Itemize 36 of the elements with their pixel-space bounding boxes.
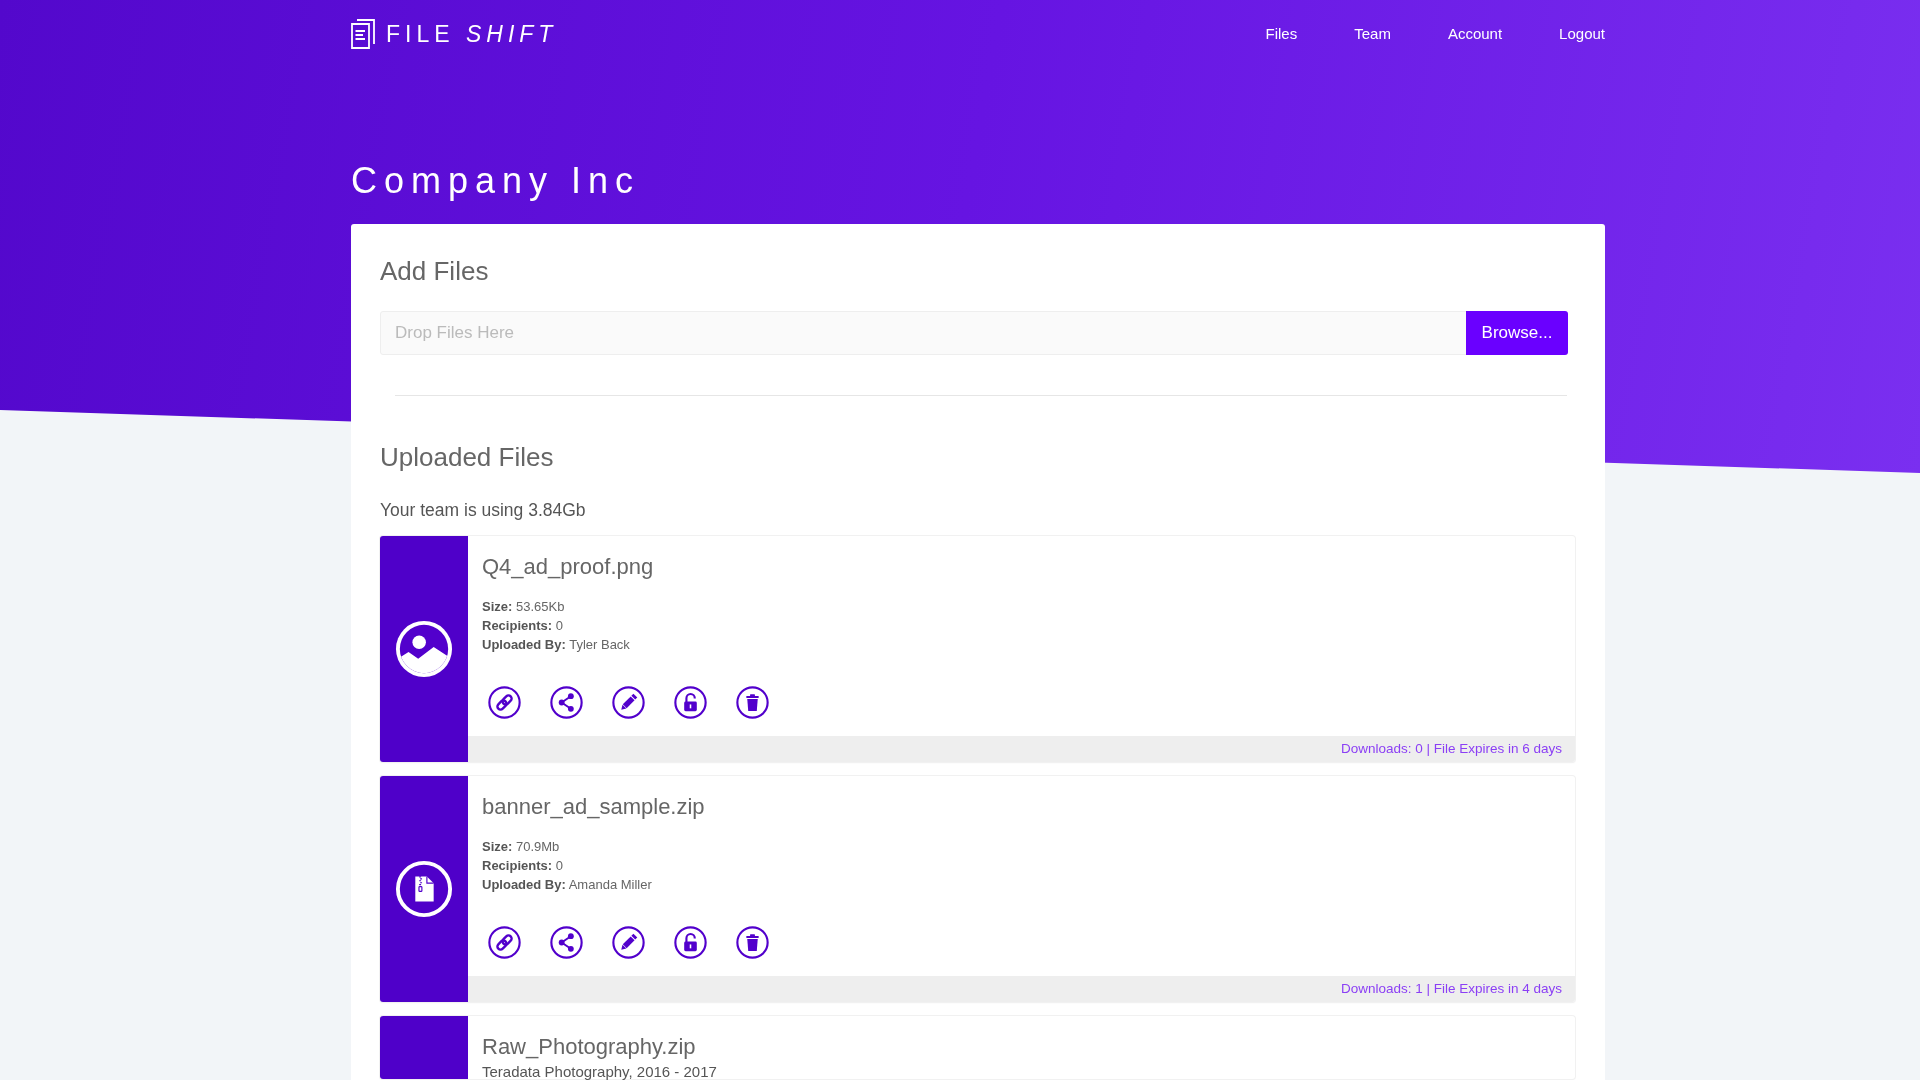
file-detail: Uploaded By: Amanda Miller	[482, 875, 653, 894]
file-detail: Uploaded By: Tyler Back	[482, 635, 631, 654]
file-description: Teradata Photography, 2016 - 2017	[482, 1064, 718, 1079]
file-detail: Size: 53.65Kb	[482, 597, 566, 616]
nav-link[interactable]: Team	[1354, 25, 1391, 43]
file-detail: Size: 70.9Mb	[482, 837, 561, 856]
page-title: Company Inc	[351, 159, 642, 202]
file-detail: Recipients: 0	[482, 856, 564, 875]
pencil-icon[interactable]	[612, 685, 645, 719]
nav-link[interactable]: Files	[1265, 25, 1298, 43]
file-detail: Recipients: 0	[482, 616, 564, 635]
file-name: banner_ad_sample.zip	[482, 793, 706, 821]
browse-button[interactable]: Browse...	[1466, 311, 1568, 355]
padlock-icon[interactable]	[674, 925, 707, 959]
image-icon	[395, 620, 453, 678]
download-expiry-text: Downloads: 0 | File Expires in 6 days	[468, 736, 1575, 762]
storage-usage-text: Your team is using 3.84Gb	[380, 499, 587, 521]
section-heading: Add Files	[380, 257, 490, 286]
link-icon[interactable]	[488, 685, 521, 719]
share-icon[interactable]	[550, 925, 583, 959]
zip-file-icon	[395, 860, 453, 918]
section-heading: Uploaded Files	[380, 443, 555, 472]
logo-icon	[351, 19, 375, 49]
file-name: Q4_ad_proof.png	[482, 553, 655, 581]
link-icon[interactable]	[488, 925, 521, 959]
nav-link[interactable]: Account	[1447, 25, 1503, 43]
download-expiry-text: Downloads: 1 | File Expires in 4 days	[468, 976, 1575, 1002]
logo-text: FILE SHIFT	[386, 22, 558, 46]
pencil-icon[interactable]	[612, 925, 645, 959]
drop-files-field[interactable]: Drop Files Here	[380, 311, 1467, 355]
file-name: Raw_Photography.zip	[482, 1033, 697, 1061]
padlock-icon[interactable]	[674, 685, 707, 719]
nav-link[interactable]: Logout	[1559, 25, 1605, 43]
share-icon[interactable]	[550, 685, 583, 719]
trash-icon[interactable]	[736, 925, 769, 959]
trash-icon[interactable]	[736, 685, 769, 719]
